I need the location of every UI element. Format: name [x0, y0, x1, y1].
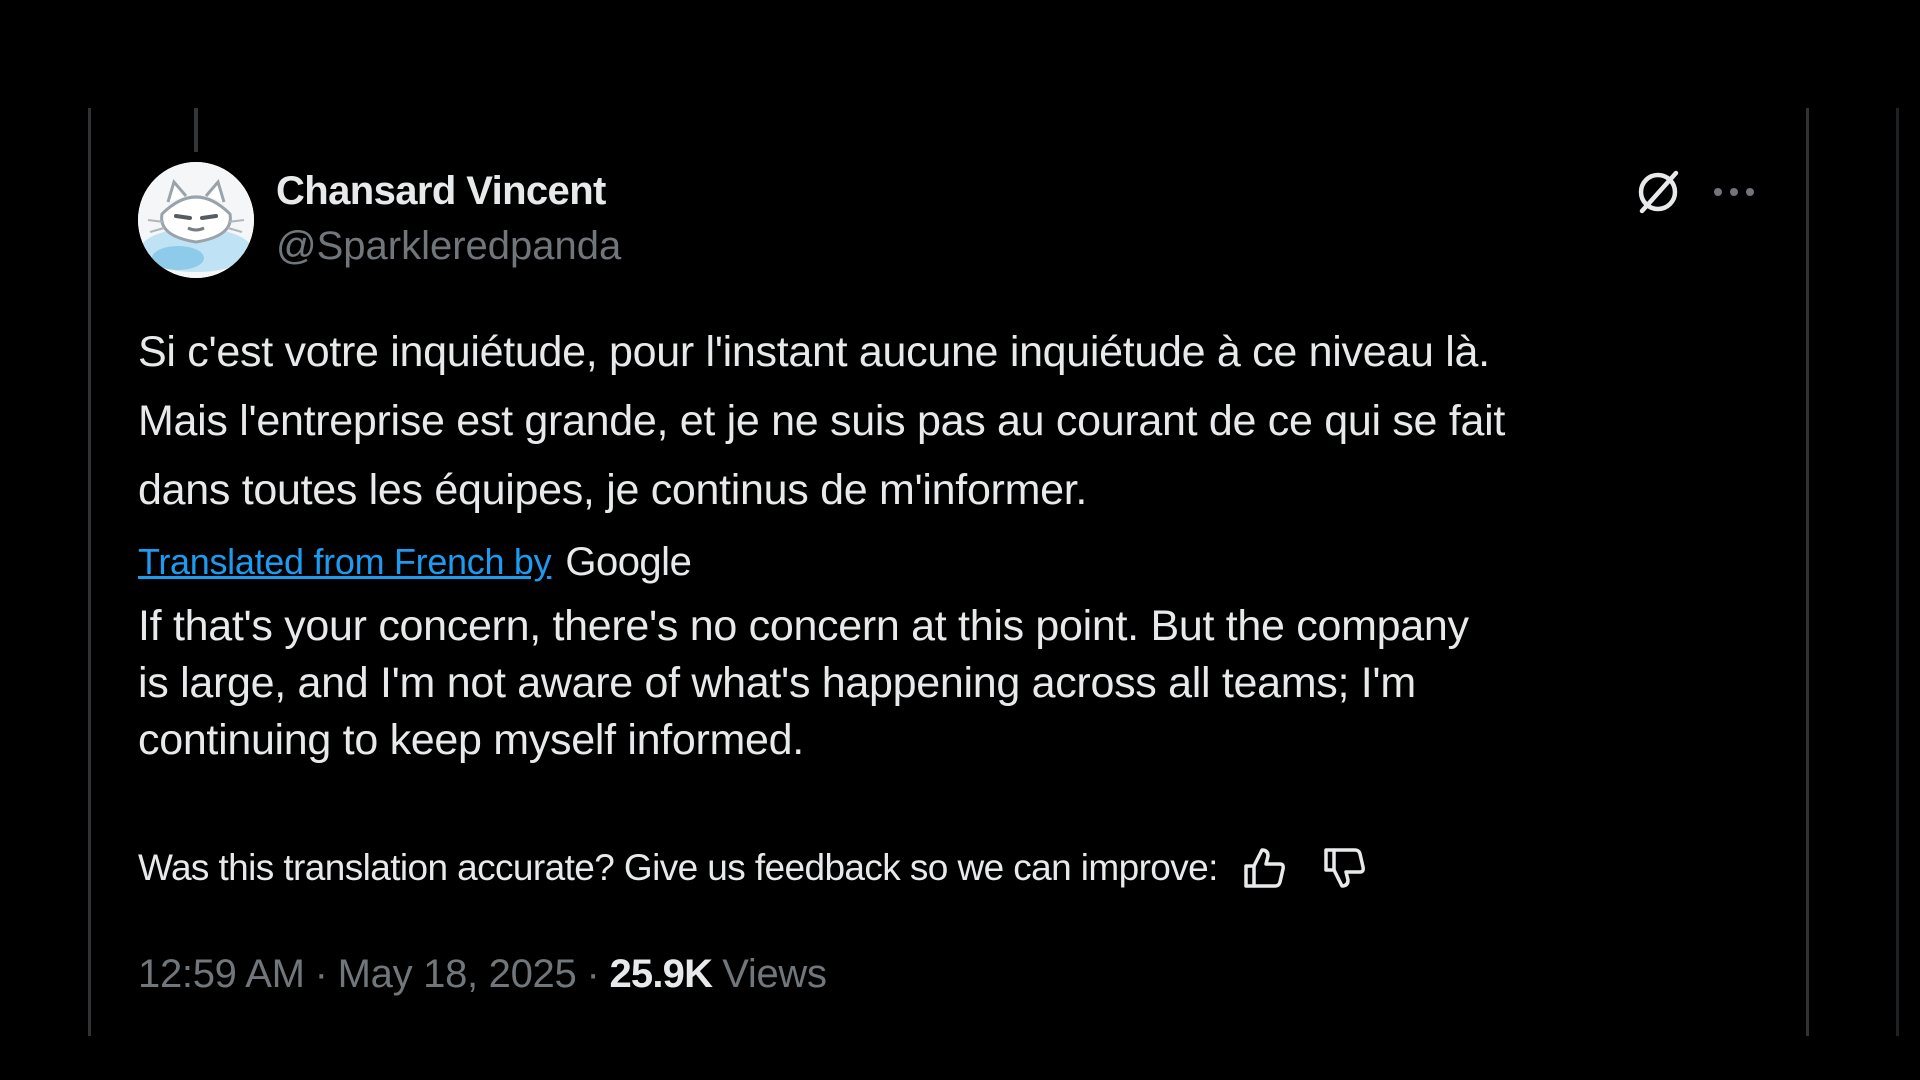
author-names: Chansard Vincent @Sparkleredpanda	[276, 164, 621, 274]
original-text-line: dans toutes les équipes, je continus de …	[138, 466, 1088, 514]
author-display-name[interactable]: Chansard Vincent	[276, 164, 621, 218]
tweet-date[interactable]: May 18, 2025	[338, 952, 577, 997]
tweet-time[interactable]: 12:59 AM	[138, 952, 305, 997]
avatar[interactable]	[138, 162, 254, 278]
tweet-translated-text: If that's your concern, there's no conce…	[138, 598, 1788, 769]
translated-text-line: continuing to keep myself informed.	[138, 716, 804, 764]
sidebar-border	[1896, 108, 1899, 1036]
tweet-detail-view: Chansard Vincent @Sparkleredpanda Si c'e…	[0, 0, 1920, 1080]
thumbs-up-icon[interactable]	[1240, 844, 1288, 892]
tweet-original-text: Si c'est votre inquiétude, pour l'instan…	[138, 318, 1788, 525]
views-label: Views	[722, 951, 827, 996]
timeline-left-border	[88, 108, 91, 1036]
meta-separator: ·	[314, 951, 328, 996]
translation-feedback: Was this translation accurate? Give us f…	[138, 840, 1368, 896]
meta-separator: ·	[586, 951, 600, 996]
translated-text-line: If that's your concern, there's no conce…	[138, 602, 1469, 650]
more-options-icon[interactable]	[1710, 172, 1758, 212]
grok-icon[interactable]	[1632, 166, 1684, 218]
views-count[interactable]: 25.9K	[609, 952, 713, 997]
thread-connector-line	[194, 108, 198, 152]
avatar-image	[138, 162, 254, 278]
thumbs-down-icon[interactable]	[1320, 844, 1368, 892]
tweet-meta: 12:59 AM · May 18, 2025 · 25.9K Views	[138, 944, 827, 1004]
feedback-prompt: Was this translation accurate? Give us f…	[138, 847, 1218, 888]
author-handle[interactable]: @Sparkleredpanda	[276, 218, 621, 274]
original-text-line: Mais l'entreprise est grande, et je ne s…	[138, 397, 1505, 445]
original-text-line: Si c'est votre inquiétude, pour l'instan…	[138, 328, 1490, 376]
translation-attribution: Translated from French by Google	[138, 536, 692, 588]
translated-text-line: is large, and I'm not aware of what's ha…	[138, 659, 1416, 707]
translated-from-link[interactable]: Translated from French by	[138, 541, 552, 583]
google-logo: Google	[565, 539, 692, 584]
timeline-right-border	[1806, 108, 1809, 1036]
